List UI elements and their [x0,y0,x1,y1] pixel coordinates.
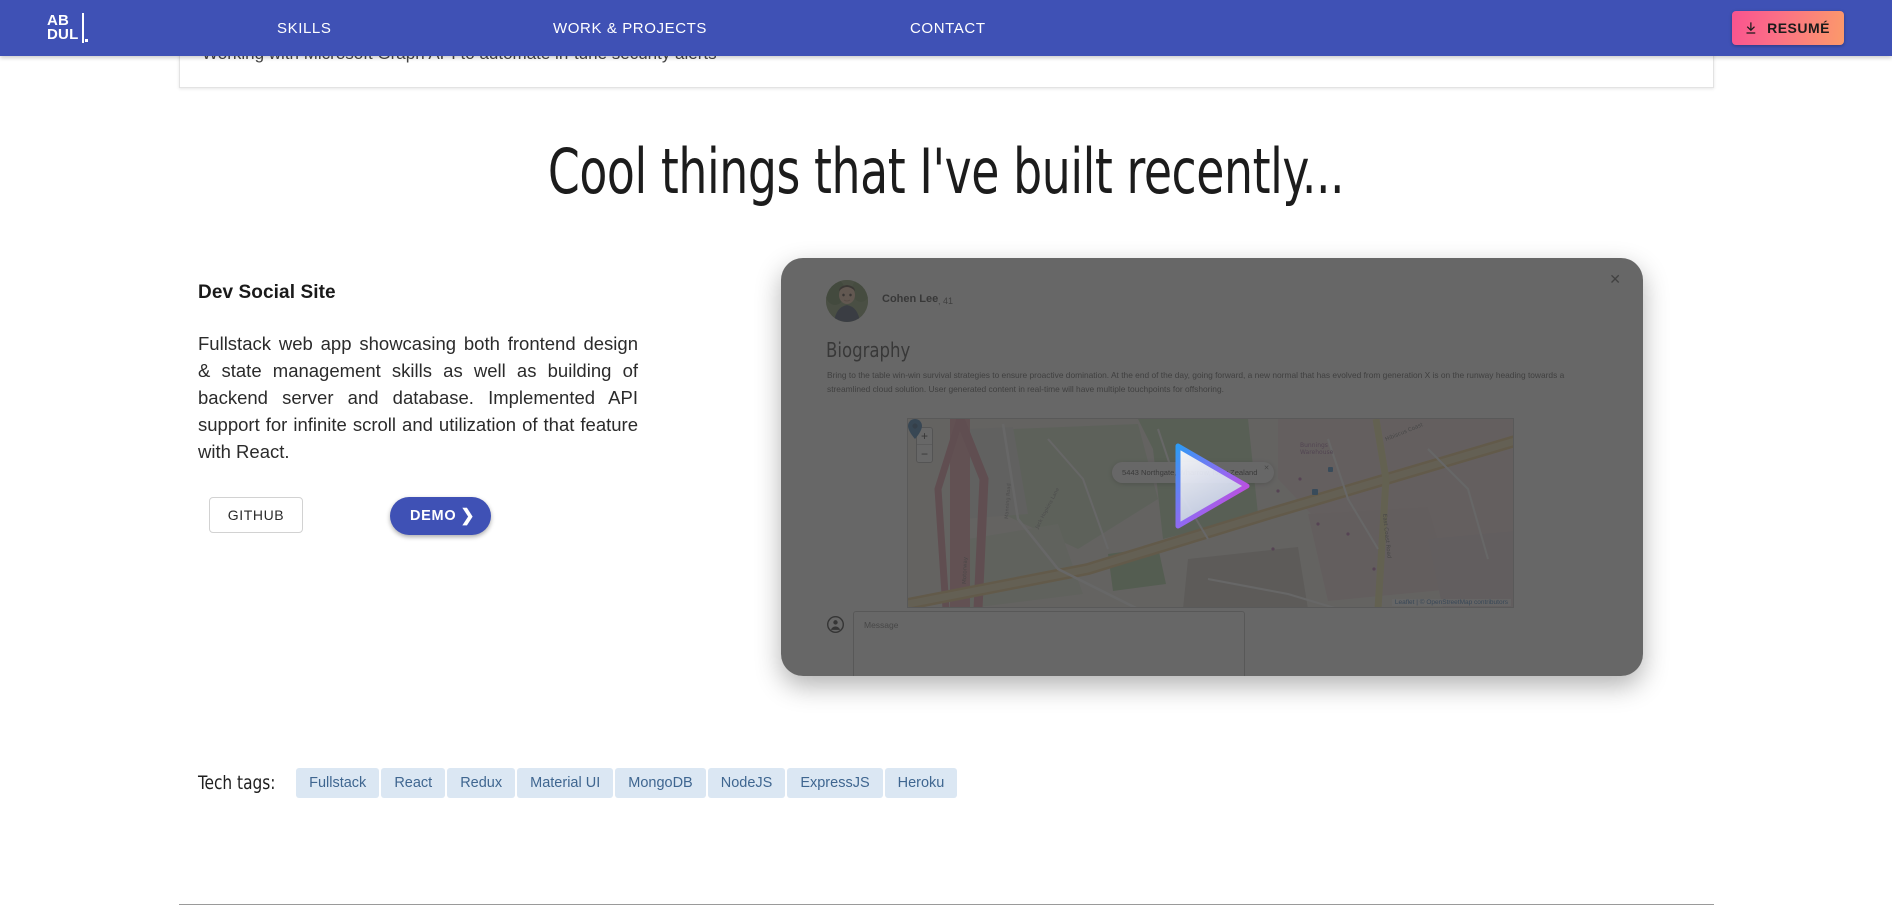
tech-tag[interactable]: React [381,768,446,798]
resume-button-label: RESUMÉ [1767,20,1830,36]
biography-heading: Biography [826,338,911,362]
demo-preview-panel[interactable]: Cohen Lee , 41 ✕ Biography Bring to the … [781,258,1643,676]
map-zoom-out-button[interactable]: − [917,445,932,462]
project-info-column: Dev Social Site Fullstack web app showca… [198,282,638,547]
tech-tags-row: Tech tags: Fullstack React Redux Materia… [198,768,959,798]
nav-link-contact[interactable]: CONTACT [910,0,986,56]
tech-tag[interactable]: Heroku [884,768,958,798]
tech-tag[interactable]: NodeJS [707,768,786,798]
map-popup-close-icon[interactable]: ✕ [1264,464,1270,472]
tech-tags-label: Tech tags: [198,772,276,794]
demo-button-label: DEMO [410,508,457,524]
project-description: Fullstack web app showcasing both fronte… [198,333,638,462]
bottom-divider [179,904,1714,905]
svg-text:Motorway: Motorway [962,556,969,584]
download-icon [1746,22,1756,34]
section-heading: Cool things that I've built recently... [547,135,1345,208]
account-circle-icon [827,616,844,633]
demo-button[interactable]: DEMO ❯ [390,497,492,535]
tech-tag[interactable]: ExpressJS [787,768,883,798]
message-textarea[interactable]: Message [853,611,1245,676]
project-action-buttons: GITHUB DEMO ❯ [198,491,638,547]
resume-button[interactable]: RESUMÉ [1732,11,1844,45]
avatar [826,280,868,322]
project-title: Dev Social Site [198,282,336,303]
message-placeholder: Message [864,620,899,630]
biography-text: Bring to the table win-win survival stra… [827,370,1565,394]
chevron-right-icon: ❯ [460,506,476,525]
github-button[interactable]: GITHUB [209,497,303,533]
tech-tag[interactable]: MongoDB [615,768,706,798]
nav-links: SKILLS WORK & PROJECTS CONTACT [0,0,1892,56]
play-triangle-icon[interactable] [1171,440,1253,532]
profile-name: Cohen Lee [882,293,939,305]
svg-text:Warehouse: Warehouse [1300,449,1334,456]
profile-age: , 41 [938,296,954,306]
tech-tag[interactable]: Fullstack [296,768,380,798]
map-marker-icon [908,419,922,439]
top-navbar: AB DUL SKILLS WORK & PROJECTS CONTACT RE… [0,0,1892,56]
nav-link-work-projects[interactable]: WORK & PROJECTS [553,0,707,56]
tech-tag[interactable]: Material UI [517,768,614,798]
map-attribution: Leaflet | © OpenStreetMap contributors [1391,599,1511,606]
tech-tag[interactable]: Redux [447,768,516,798]
close-icon[interactable]: ✕ [1609,272,1621,286]
avatar-photo [826,280,868,322]
nav-link-skills[interactable]: SKILLS [277,0,331,56]
svg-text:Bunnings: Bunnings [1300,442,1328,449]
